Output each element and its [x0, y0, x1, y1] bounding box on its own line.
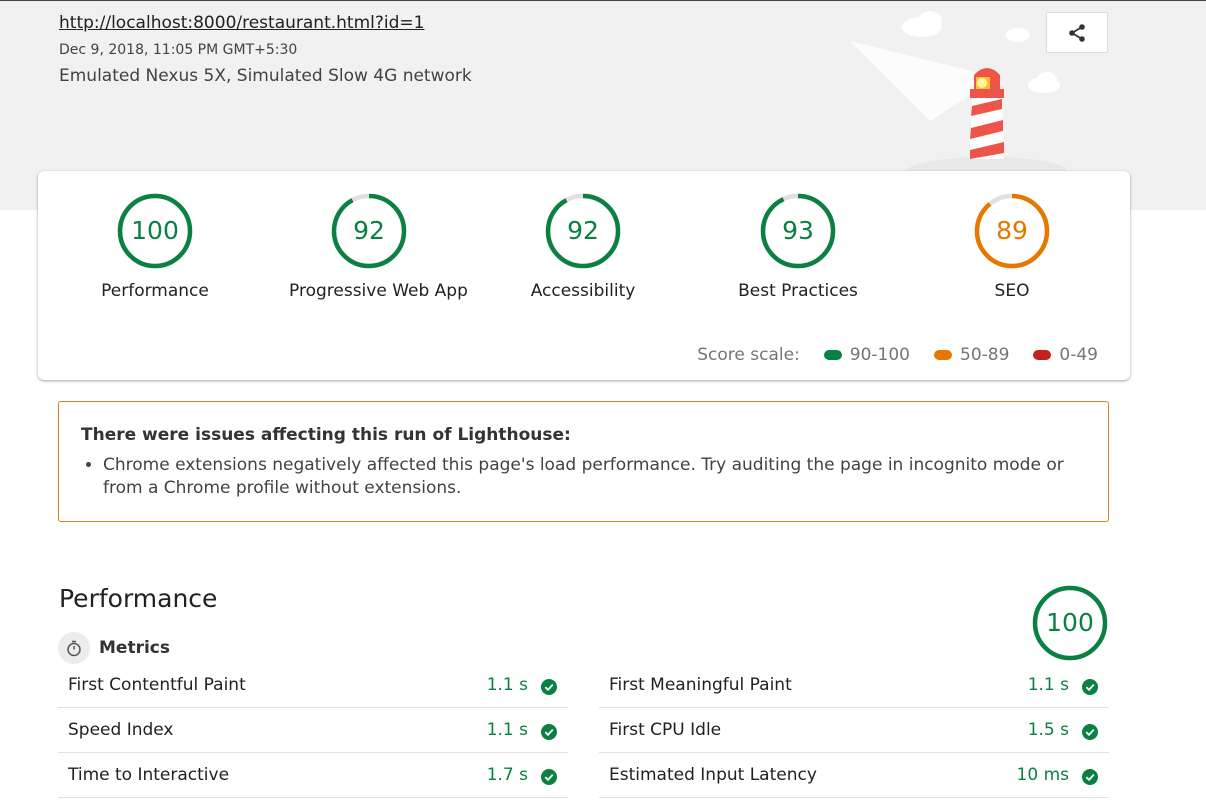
score-scale-item: 90-100 [823, 345, 910, 365]
pass-check-icon [1082, 769, 1098, 785]
score-scale-item: 0-49 [1033, 345, 1098, 365]
report-date: Dec 9, 2018, 11:05 PM GMT+5:30 [59, 42, 298, 58]
gauge-label: Progressive Web App [289, 281, 468, 301]
performance-score-value: 100 [1046, 608, 1094, 637]
category-gauge[interactable]: 89 SEO [932, 193, 1092, 301]
report-environment: Emulated Nexus 5X, Simulated Slow 4G net… [59, 66, 472, 86]
category-gauge[interactable]: 92 Accessibility [503, 193, 663, 301]
category-gauge[interactable]: 93 Best Practices [718, 193, 878, 301]
gauge-ring: 100 [117, 193, 193, 269]
metric-row: First Contentful Paint 1.1 s [58, 663, 568, 708]
pass-check-icon [541, 769, 557, 785]
gauge-ring: 92 [331, 193, 407, 269]
pass-check-icon [1082, 679, 1098, 695]
share-button[interactable] [1046, 12, 1108, 53]
score-scale-range: 50-89 [960, 345, 1010, 365]
pass-check-icon [541, 679, 557, 695]
score-scale-label: Score scale: [697, 345, 800, 365]
gauge-ring: 93 [760, 193, 836, 269]
score-scale-range: 90-100 [849, 345, 910, 365]
metric-value: 1.7 s [486, 765, 528, 785]
metric-value: 1.1 s [1027, 675, 1069, 695]
metric-name: First CPU Idle [609, 720, 722, 740]
lighthouse-warning-box: There were issues affecting this run of … [58, 401, 1109, 522]
report-url-link[interactable]: http://localhost:8000/restaurant.html?id… [59, 13, 424, 33]
metric-name: Estimated Input Latency [609, 765, 817, 785]
metric-value: 1.1 s [486, 675, 528, 695]
performance-score-gauge[interactable]: 100 [1032, 585, 1108, 661]
score-scale-range: 0-49 [1059, 345, 1098, 365]
score-scale-item: 50-89 [934, 345, 1009, 365]
category-gauge[interactable]: 100 Performance [75, 193, 235, 301]
gauge-label: Performance [101, 281, 209, 301]
metric-row: First Meaningful Paint 1.1 s [599, 663, 1109, 708]
gauge-score: 100 [131, 216, 179, 245]
pass-check-icon [541, 724, 557, 740]
stopwatch-icon [58, 632, 90, 664]
score-scale-swatch [823, 350, 842, 360]
metric-row: Speed Index 1.1 s [58, 708, 568, 753]
gauge-label: Accessibility [530, 281, 636, 301]
score-scale: Score scale: 90-100 50-89 0-49 [697, 345, 1098, 365]
gauge-label: SEO [994, 281, 1030, 301]
gauge-label: Best Practices [738, 281, 858, 301]
metric-value: 1.5 s [1027, 720, 1069, 740]
performance-section-title: Performance [59, 584, 218, 613]
metrics-label: Metrics [99, 638, 170, 658]
metric-value: 10 ms [1016, 765, 1069, 785]
warning-title: There were issues affecting this run of … [81, 425, 571, 445]
gauge-score: 92 [567, 216, 599, 245]
metric-value: 1.1 s [486, 720, 528, 740]
gauge-ring: 89 [974, 193, 1050, 269]
warning-list: Chrome extensions negatively affected th… [103, 454, 1083, 500]
category-gauge[interactable]: 92 Progressive Web App [289, 193, 468, 301]
metric-row: Estimated Input Latency 10 ms [599, 753, 1109, 798]
pass-check-icon [1082, 724, 1098, 740]
metrics-header: Metrics [58, 632, 170, 664]
metric-name: Time to Interactive [68, 765, 230, 785]
gauge-score: 93 [782, 216, 814, 245]
gauge-ring: 92 [545, 193, 621, 269]
score-scale-swatch [934, 350, 952, 360]
warning-item: Chrome extensions negatively affected th… [103, 454, 1083, 500]
gauge-score: 89 [996, 216, 1028, 245]
metric-name: Speed Index [68, 720, 174, 740]
scores-summary-card: 100 Performance 92 Progressive Web App 92 Acc… [38, 171, 1130, 380]
metric-row: Time to Interactive 1.7 s [58, 753, 568, 798]
score-scale-swatch [1033, 350, 1052, 360]
metric-row: First CPU Idle 1.5 s [599, 708, 1109, 753]
metric-name: First Contentful Paint [68, 675, 246, 695]
metric-name: First Meaningful Paint [609, 675, 792, 695]
gauge-score: 92 [353, 216, 385, 245]
share-icon [1069, 23, 1085, 42]
